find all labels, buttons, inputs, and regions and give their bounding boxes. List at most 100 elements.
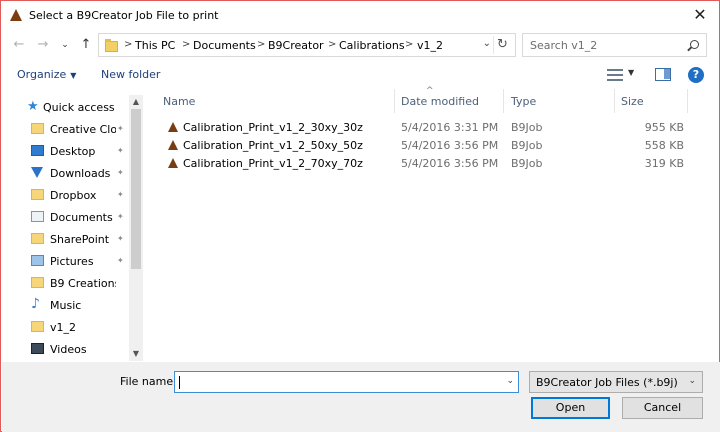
- pin-icon: ✦: [117, 190, 124, 199]
- file-name-input[interactable]: ⌄: [174, 371, 519, 393]
- videos-icon: [31, 343, 44, 354]
- file-name-dropdown-icon[interactable]: ⌄: [506, 376, 514, 386]
- file-row[interactable]: Calibration_Print_v1_2_50xy_50z 5/4/2016…: [156, 137, 710, 155]
- documents-icon: [31, 211, 44, 222]
- breadcrumb-separator[interactable]: >: [182, 39, 190, 50]
- pin-icon: ✦: [117, 212, 124, 221]
- search-input[interactable]: Search v1_2: [522, 33, 707, 57]
- breadcrumb-separator[interactable]: >: [405, 39, 413, 50]
- help-icon[interactable]: ?: [688, 67, 704, 83]
- scrollbar-thumb[interactable]: [131, 109, 141, 269]
- navigation-pane-scrollbar[interactable]: ▲ ▼: [129, 95, 143, 361]
- file-open-dialog: Select a B9Creator Job File to print ✕ ←…: [0, 0, 720, 432]
- download-icon: [31, 167, 43, 178]
- file-type-dropdown-icon[interactable]: ⌄: [688, 376, 696, 386]
- breadcrumb-v1-2[interactable]: v1_2: [417, 39, 443, 52]
- sidebar-item-v1-2[interactable]: v1_2: [2, 316, 130, 338]
- star-icon: ★: [27, 99, 39, 114]
- b9job-file-icon: [168, 158, 178, 168]
- sidebar-item-label: Downloads: [50, 167, 111, 180]
- file-type: B9Job: [511, 139, 543, 152]
- view-options-caret-icon[interactable]: ▼: [628, 68, 634, 77]
- breadcrumb-calibrations[interactable]: Calibrations: [339, 39, 405, 52]
- preview-pane-icon[interactable]: [655, 68, 671, 81]
- up-arrow-icon[interactable]: ↑: [78, 37, 94, 53]
- sidebar-item-b9-creations[interactable]: B9 Creations: [2, 272, 130, 294]
- sidebar-item-creative-cloud[interactable]: Creative Clou ✦: [2, 118, 130, 140]
- sidebar-item-label: v1_2: [50, 321, 77, 334]
- file-name-label: File name:: [120, 375, 177, 388]
- desktop-icon: [31, 145, 44, 156]
- recent-locations-chevron-icon[interactable]: ⌄: [57, 37, 73, 53]
- column-header-type[interactable]: Type: [511, 95, 536, 108]
- open-button[interactable]: Open: [531, 397, 610, 419]
- breadcrumb-separator: >: [124, 39, 133, 50]
- file-list-header: ^ Name Date modified Type Size: [156, 86, 710, 113]
- file-name: Calibration_Print_v1_2_70xy_70z: [183, 157, 363, 170]
- column-header-date-modified[interactable]: Date modified: [401, 95, 479, 108]
- sidebar-item-label: B9 Creations: [50, 277, 116, 290]
- sidebar-item-label: Dropbox: [50, 189, 97, 202]
- back-arrow-icon[interactable]: ←: [11, 37, 27, 53]
- folder-icon: [31, 123, 44, 134]
- column-divider[interactable]: [394, 89, 395, 113]
- cancel-button[interactable]: Cancel: [622, 397, 703, 419]
- breadcrumb-separator[interactable]: >: [328, 39, 336, 50]
- sidebar-item-label: SharePoint: [50, 233, 110, 246]
- window-title: Select a B9Creator Job File to print: [29, 9, 219, 22]
- breadcrumb-this-pc[interactable]: This PC: [135, 39, 175, 52]
- organize-button[interactable]: Organize ▼: [17, 68, 76, 81]
- sidebar-item-documents[interactable]: Documents ✦: [2, 206, 130, 228]
- file-size: 955 KB: [644, 121, 684, 134]
- breadcrumb-b9creator[interactable]: B9Creator: [268, 39, 324, 52]
- folder-icon: [105, 39, 118, 52]
- sidebar-item-label: Music: [50, 299, 82, 312]
- pin-icon: ✦: [117, 168, 124, 177]
- sidebar-item-label: Creative Clou: [50, 123, 116, 136]
- organize-label: Organize: [17, 68, 67, 81]
- file-row[interactable]: Calibration_Print_v1_2_30xy_30z 5/4/2016…: [156, 119, 710, 137]
- file-name: Calibration_Print_v1_2_50xy_50z: [183, 139, 363, 152]
- sidebar-item-sharepoint[interactable]: SharePoint ✦: [2, 228, 130, 250]
- search-icon: [690, 40, 699, 49]
- pin-icon: ✦: [117, 124, 124, 133]
- file-size: 319 KB: [644, 157, 684, 170]
- scroll-up-arrow-icon[interactable]: ▲: [129, 95, 143, 109]
- sidebar-item-videos[interactable]: Videos: [2, 338, 130, 359]
- refresh-icon[interactable]: ↻: [493, 36, 511, 54]
- sidebar-item-downloads[interactable]: Downloads ✦: [2, 162, 130, 184]
- sidebar-item-quick-access[interactable]: ★ Quick access: [2, 96, 130, 118]
- column-header-name[interactable]: Name: [163, 95, 195, 108]
- forward-arrow-icon[interactable]: →: [35, 37, 51, 53]
- close-icon[interactable]: ✕: [689, 4, 711, 26]
- file-row[interactable]: Calibration_Print_v1_2_70xy_70z 5/4/2016…: [156, 155, 710, 173]
- sidebar-item-desktop[interactable]: Desktop ✦: [2, 140, 130, 162]
- sidebar-item-pictures[interactable]: Pictures ✦: [2, 250, 130, 272]
- address-bar[interactable]: > This PC > Documents > B9Creator > Cali…: [98, 33, 516, 57]
- dialog-footer: File name: ⌄ B9Creator Job Files (*.b9j)…: [2, 362, 720, 432]
- breadcrumb-documents[interactable]: Documents: [193, 39, 256, 52]
- column-divider[interactable]: [614, 89, 615, 113]
- b9creator-app-icon: [10, 9, 22, 21]
- command-toolbar: Organize ▼ New folder ▼ ?: [1, 63, 719, 87]
- pin-icon: ✦: [117, 146, 124, 155]
- column-header-size[interactable]: Size: [621, 95, 644, 108]
- new-folder-button[interactable]: New folder: [101, 68, 160, 81]
- column-divider[interactable]: [503, 89, 504, 113]
- file-date-modified: 5/4/2016 3:31 PM: [401, 121, 499, 134]
- address-dropdown-icon[interactable]: ⌄: [483, 38, 491, 49]
- file-size: 558 KB: [644, 139, 684, 152]
- breadcrumb-separator[interactable]: >: [257, 39, 265, 50]
- folder-icon: [31, 277, 44, 288]
- sidebar-item-music[interactable]: ♪ Music: [2, 294, 130, 316]
- pin-icon: ✦: [117, 256, 124, 265]
- sidebar-item-dropbox[interactable]: Dropbox ✦: [2, 184, 130, 206]
- pin-icon: ✦: [117, 234, 124, 243]
- text-cursor: [179, 376, 180, 389]
- file-type-select[interactable]: B9Creator Job Files (*.b9j) ⌄: [529, 371, 703, 393]
- file-type: B9Job: [511, 121, 543, 134]
- file-date-modified: 5/4/2016 3:56 PM: [401, 157, 499, 170]
- view-details-icon[interactable]: [607, 69, 623, 81]
- column-divider[interactable]: [687, 89, 688, 113]
- scroll-down-arrow-icon[interactable]: ▼: [129, 347, 143, 361]
